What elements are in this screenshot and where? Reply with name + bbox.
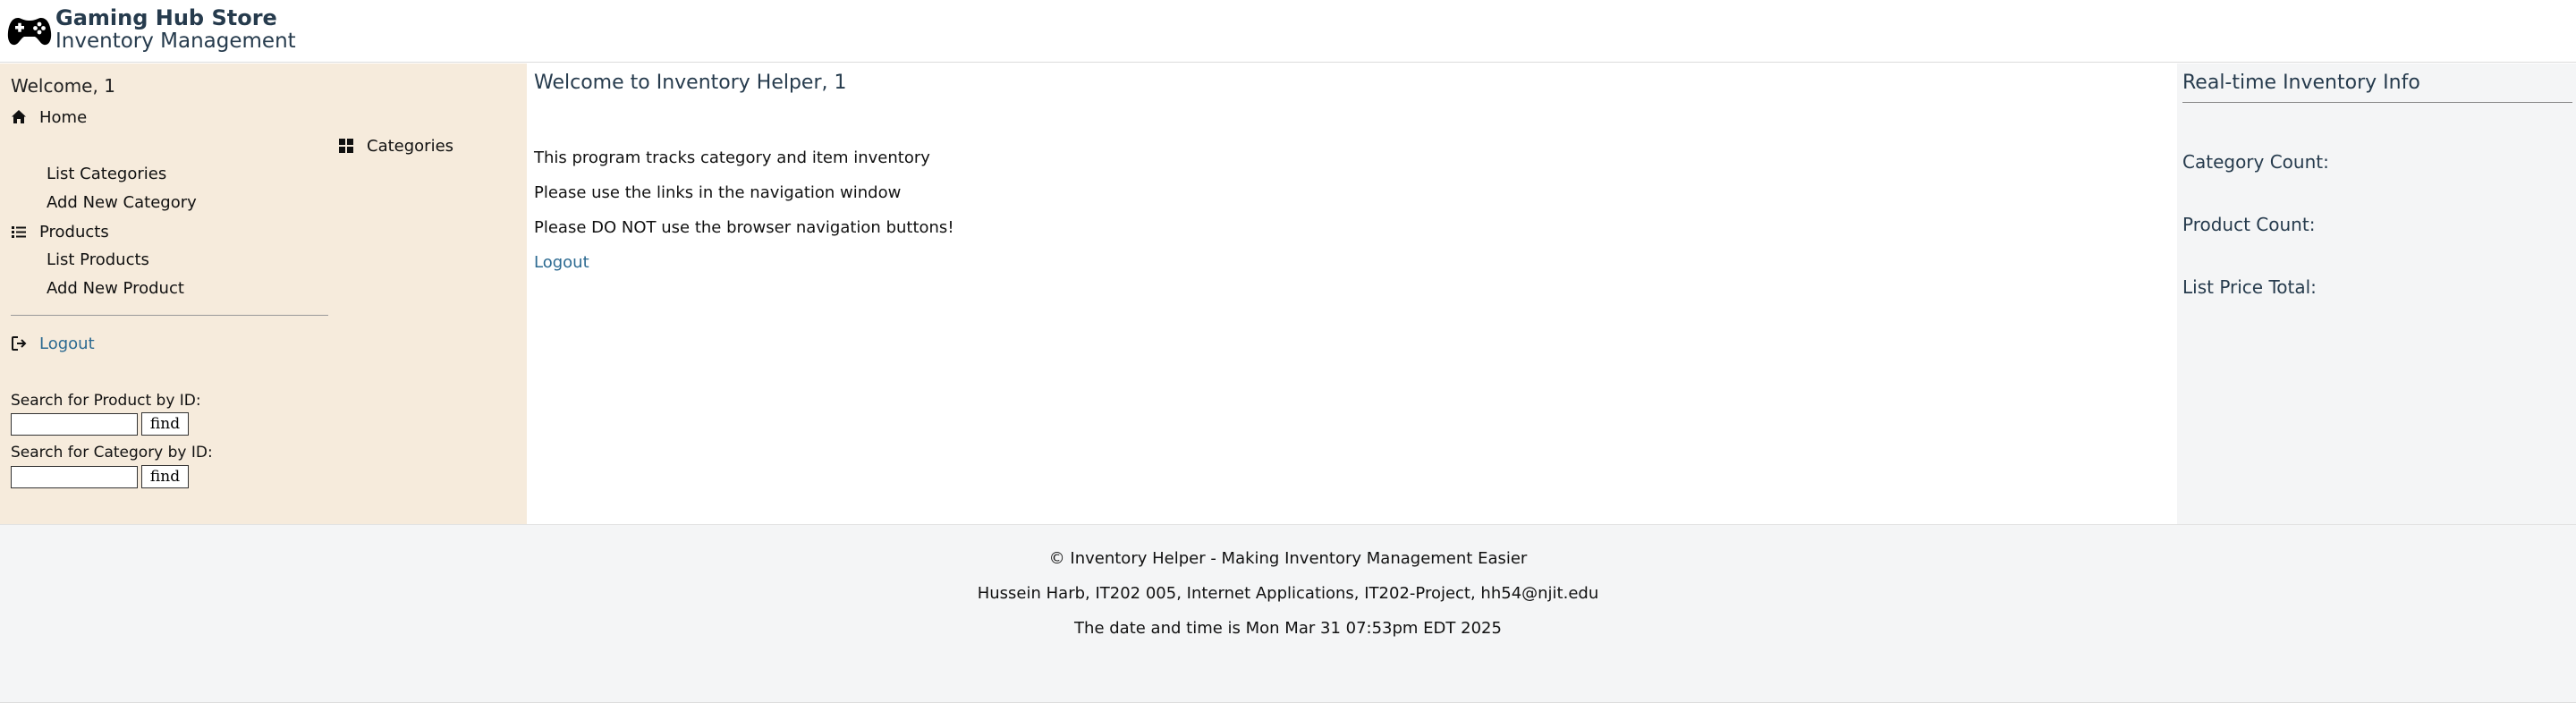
store-subtitle: Inventory Management — [55, 30, 296, 53]
nav-list-products[interactable]: List Products — [47, 249, 149, 272]
list-icon — [12, 226, 26, 238]
logout-icon — [12, 336, 27, 351]
search-product-input[interactable] — [11, 413, 138, 436]
nav-categories[interactable]: Categories — [338, 134, 453, 157]
warning-paragraph: Please DO NOT use the browser navigation… — [534, 218, 954, 237]
inventory-info-title: Real-time Inventory Info — [2182, 72, 2420, 94]
main-logout-link[interactable]: Logout — [534, 252, 589, 274]
product-count-label: Product Count: — [2182, 214, 2316, 235]
footer-copyright: © Inventory Helper - Making Inventory Ma… — [1048, 549, 1528, 568]
intro-paragraph: This program tracks category and item in… — [534, 148, 930, 167]
footer-datetime: The date and time is Mon Mar 31 07:53pm … — [1074, 619, 1502, 638]
search-category-label: Search for Category by ID: — [11, 444, 213, 462]
main-content: Welcome to Inventory Helper, 1 This prog… — [527, 64, 2177, 524]
nav-logout[interactable]: Logout — [11, 332, 95, 355]
search-product-label: Search for Product by ID: — [11, 392, 201, 410]
search-category-find-button[interactable]: find — [141, 465, 189, 488]
nav-divider — [11, 315, 328, 316]
nav-add-product[interactable]: Add New Product — [47, 277, 184, 301]
welcome-text: Welcome, 1 — [11, 75, 115, 97]
nav-logout-label: Logout — [39, 334, 95, 353]
site-header: Gaming Hub Store Inventory Management — [0, 0, 2576, 63]
nav-products[interactable]: Products — [11, 220, 109, 243]
grid-icon — [339, 139, 353, 153]
list-price-total-label: List Price Total: — [2182, 276, 2317, 298]
inventory-info-divider — [2182, 102, 2572, 103]
nav-categories-label: Categories — [367, 136, 454, 156]
footer-author: Hussein Harb, IT202 005, Internet Applic… — [977, 584, 1599, 603]
nav-add-category[interactable]: Add New Category — [47, 191, 197, 215]
home-icon — [12, 110, 26, 123]
search-category-input[interactable] — [11, 466, 138, 488]
page-title: Welcome to Inventory Helper, 1 — [534, 72, 847, 94]
nav-products-label: Products — [39, 222, 109, 241]
nav-home[interactable]: Home — [11, 106, 87, 129]
site-footer: © Inventory Helper - Making Inventory Ma… — [0, 524, 2576, 703]
search-product-find-button[interactable]: find — [141, 412, 189, 436]
nav-list-categories[interactable]: List Categories — [47, 163, 166, 186]
inventory-info-panel: Real-time Inventory Info Category Count:… — [2177, 64, 2576, 524]
nav-home-label: Home — [39, 107, 88, 127]
instruction-paragraph: Please use the links in the navigation w… — [534, 183, 902, 202]
category-count-label: Category Count: — [2182, 151, 2329, 173]
gamepad-icon — [7, 18, 52, 46]
navigation-sidebar: Welcome, 1 Home Categories List Categori… — [0, 64, 527, 524]
store-title: Gaming Hub Store — [55, 5, 277, 30]
